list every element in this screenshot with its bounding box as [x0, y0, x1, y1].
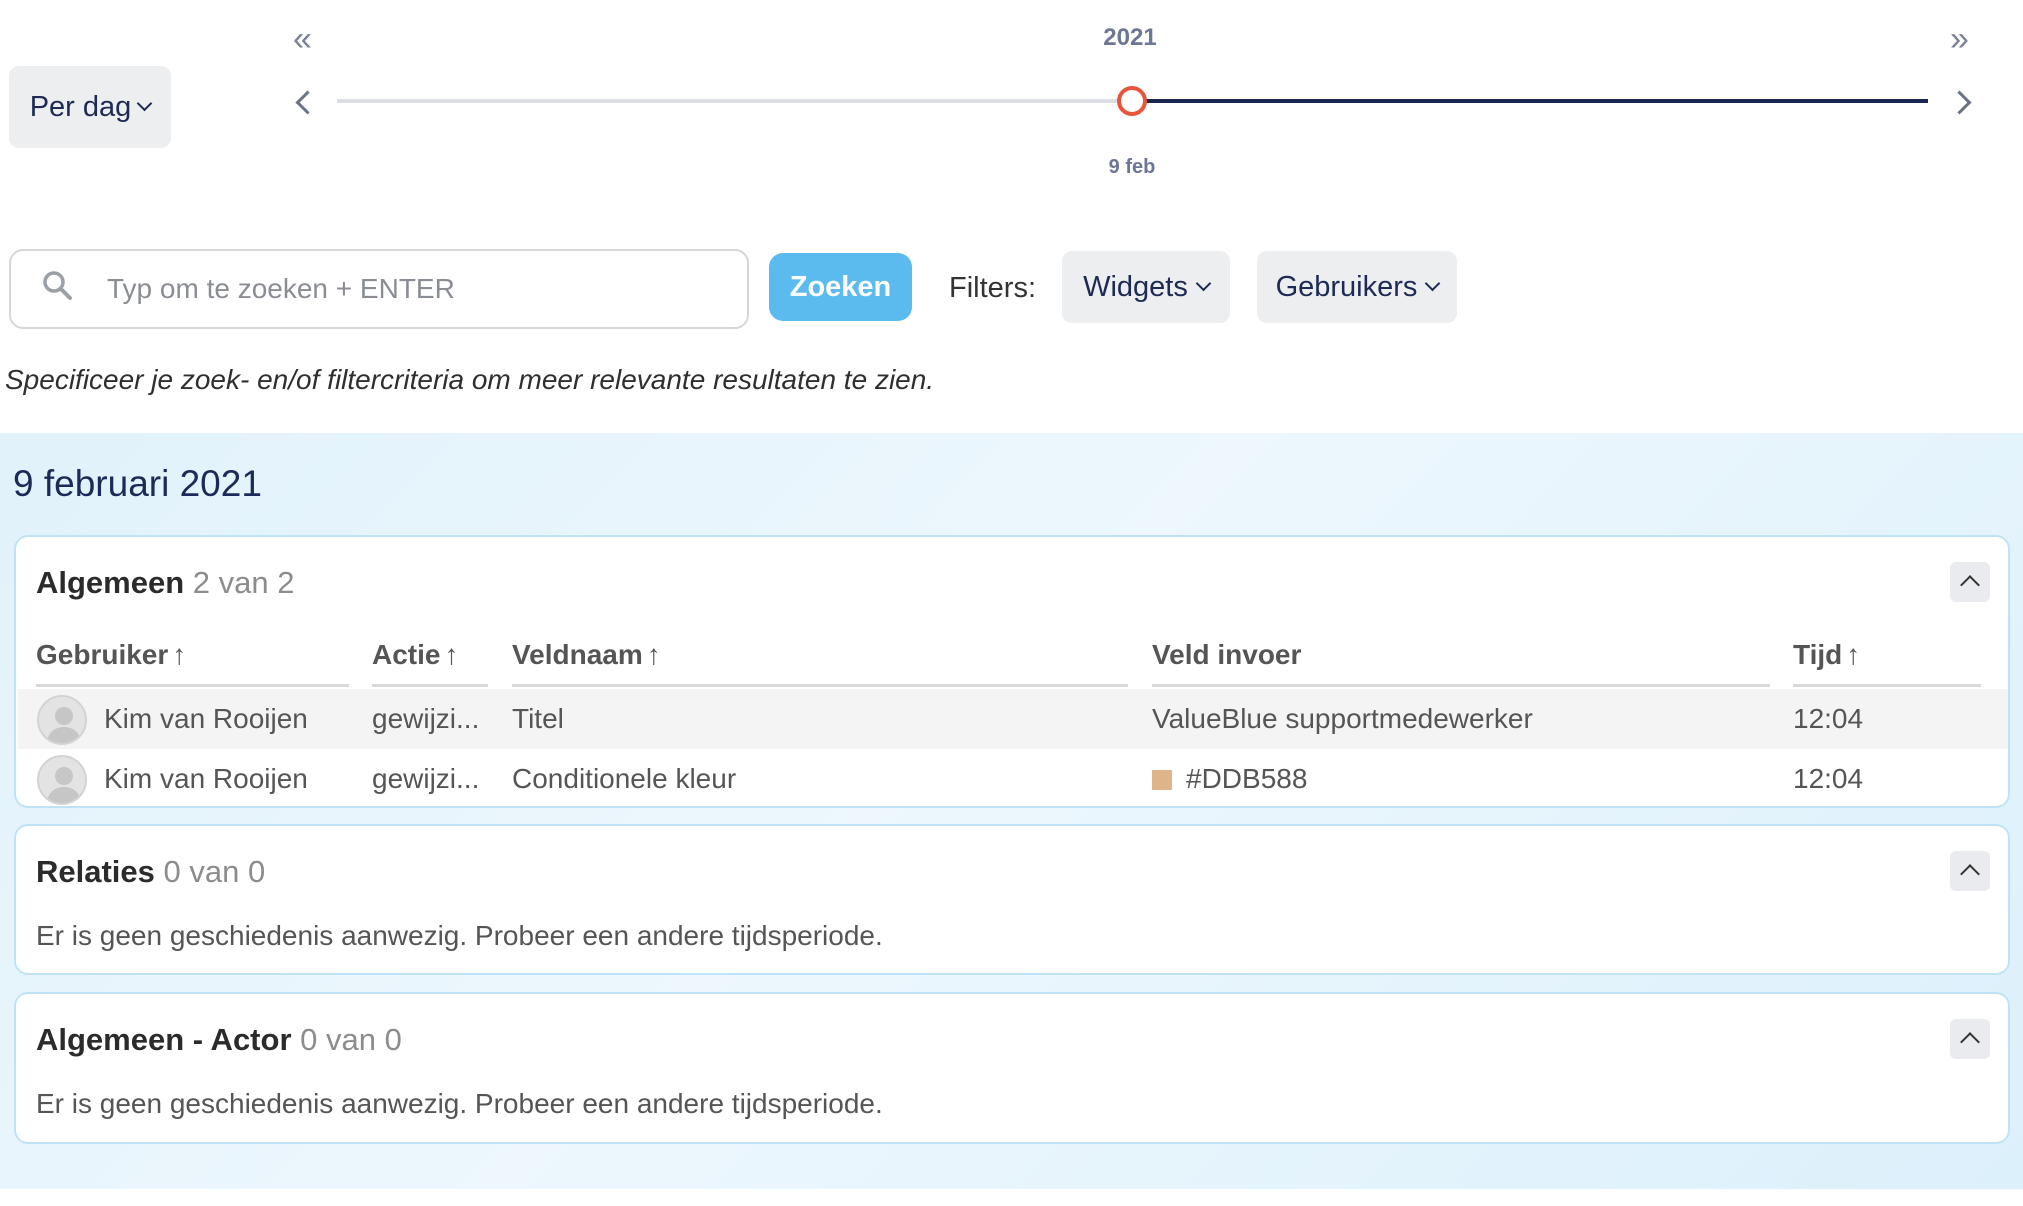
avatar [37, 755, 87, 805]
timeline-first-button[interactable]: « [293, 22, 312, 56]
cell-user: Kim van Rooijen [104, 703, 308, 734]
empty-message: Er is geen geschiedenis aanwezig. Probee… [36, 920, 883, 951]
collapse-button[interactable] [1950, 851, 1990, 891]
sort-arrow-icon: ↑ [172, 639, 187, 670]
cell-value: #DDB588 [1152, 763, 1307, 795]
section-name: Relaties [36, 854, 155, 889]
section-algemeen: Algemeen 2 van 2 Gebruiker ↑ Actie ↑ Veldn… [14, 535, 2010, 808]
table-row[interactable]: Kim van Rooijen gewijzi... Titel ValueBl… [18, 689, 2008, 749]
section-count: 2 van 2 [192, 565, 295, 600]
sort-arrow-icon: ↑ [1846, 639, 1861, 670]
cell-action: gewijzi... [372, 703, 480, 734]
chevron-up-icon [1960, 1032, 1980, 1052]
chevron-up-icon [1960, 575, 1980, 595]
cell-time: 12:04 [1793, 763, 1864, 794]
widgets-filter-dropdown[interactable]: Widgets [1062, 251, 1230, 323]
search-hint: Specificeer je zoek- en/of filtercriteri… [5, 364, 935, 395]
section-title: Relaties 0 van 0 [36, 854, 265, 890]
chevron-right-icon[interactable] [1947, 90, 1972, 115]
section-title: Algemeen 2 van 2 [36, 565, 295, 601]
timeline-handle[interactable] [1117, 86, 1147, 116]
color-swatch [1152, 770, 1172, 790]
chevron-down-icon [1195, 275, 1212, 292]
column-header-action[interactable]: Actie ↑ [372, 639, 458, 671]
cell-field: Conditionele kleur [512, 763, 737, 794]
double-chevron-left-icon: « [293, 20, 312, 58]
period-dropdown[interactable]: Per dag [9, 66, 171, 148]
empty-message: Er is geen geschiedenis aanwezig. Probee… [36, 1088, 883, 1119]
column-divider [372, 684, 488, 687]
timeline-last-button[interactable]: » [1950, 22, 1969, 56]
period-label: Per dag [29, 90, 132, 123]
timeline-year: 2021 [1103, 24, 1157, 51]
chevron-down-icon [1425, 275, 1441, 292]
column-header-value: Veld invoer [1152, 639, 1302, 670]
column-divider [1793, 684, 1981, 687]
cell-user: Kim van Rooijen [104, 763, 308, 794]
collapse-button[interactable] [1950, 1019, 1990, 1059]
cell-action: gewijzi... [372, 763, 480, 794]
column-header-user[interactable]: Gebruiker ↑ [36, 639, 186, 671]
users-filter-label: Gebruikers [1275, 270, 1418, 303]
chevron-left-icon[interactable] [295, 90, 320, 115]
search-input[interactable] [107, 273, 747, 305]
avatar [37, 695, 87, 745]
day-title: 9 februari 2021 [13, 463, 262, 504]
search-icon [43, 271, 72, 300]
column-divider [512, 684, 1128, 687]
search-button[interactable]: Zoeken [769, 253, 912, 321]
section-count: 0 van 0 [163, 854, 266, 889]
chevron-down-icon [137, 95, 153, 112]
column-divider [36, 684, 349, 687]
timeline-track-active [1132, 99, 1928, 103]
section-algemeen-actor: Algemeen - Actor 0 van 0 Er is geen gesc… [14, 992, 2010, 1144]
users-filter-dropdown[interactable]: Gebruikers [1257, 251, 1457, 323]
table-row[interactable]: Kim van Rooijen gewijzi... Conditionele … [18, 749, 2008, 809]
cell-time: 12:04 [1793, 703, 1864, 734]
section-name: Algemeen [36, 565, 185, 600]
chevron-up-icon [1960, 864, 1980, 884]
search-field[interactable] [9, 249, 749, 329]
section-name: Algemeen - Actor [36, 1022, 292, 1057]
column-header-field[interactable]: Veldnaam ↑ [512, 639, 661, 671]
widgets-filter-label: Widgets [1083, 270, 1188, 303]
sort-arrow-icon: ↑ [646, 639, 661, 670]
double-chevron-right-icon: » [1950, 20, 1969, 58]
section-count: 0 van 0 [300, 1022, 402, 1057]
timeline-selected-date: 9 feb [1108, 156, 1156, 178]
section-title: Algemeen - Actor 0 van 0 [36, 1022, 402, 1058]
cell-value: ValueBlue supportmedewerker [1152, 703, 1533, 734]
cell-field: Titel [512, 703, 564, 734]
timeline-track[interactable] [337, 99, 1132, 103]
column-divider [1152, 684, 1770, 687]
column-header-time[interactable]: Tijd ↑ [1793, 639, 1860, 671]
collapse-button[interactable] [1950, 562, 1990, 602]
sort-arrow-icon: ↑ [444, 639, 459, 670]
filters-label: Filters: [949, 272, 1036, 304]
section-relaties: Relaties 0 van 0 Er is geen geschiedenis… [14, 824, 2010, 975]
